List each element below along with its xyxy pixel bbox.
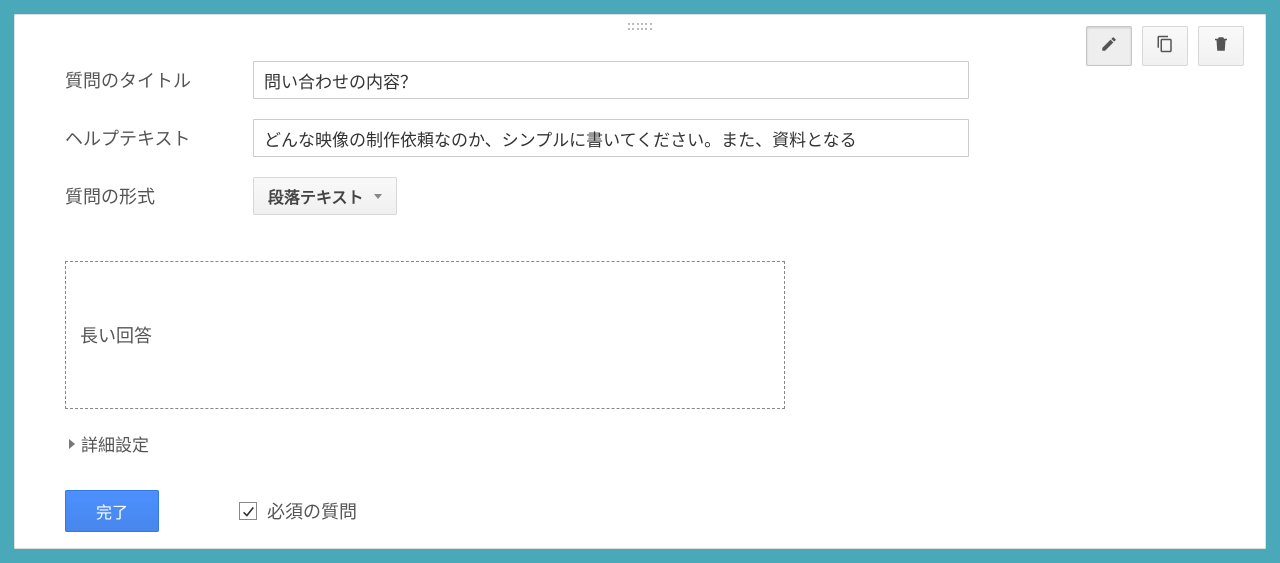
edit-icon <box>1100 35 1118 58</box>
row-format: 質問の形式 段落テキスト <box>47 177 1233 215</box>
done-button[interactable]: 完了 <box>65 490 159 532</box>
toolbar <box>1086 26 1244 66</box>
required-label: 必須の質問 <box>267 498 357 524</box>
label-help: ヘルプテキスト <box>47 125 253 151</box>
label-title: 質問のタイトル <box>47 67 253 93</box>
chevron-down-icon <box>374 194 382 199</box>
advanced-label: 詳細設定 <box>81 431 149 456</box>
label-format: 質問の形式 <box>47 183 253 209</box>
format-selected-value: 段落テキスト <box>268 184 364 208</box>
advanced-toggle[interactable]: 詳細設定 <box>69 431 149 456</box>
question-card: 質問のタイトル ヘルプテキスト 質問の形式 段落テキスト 長い回答 詳細設定 完… <box>14 14 1266 549</box>
trash-icon <box>1212 35 1230 58</box>
row-help: ヘルプテキスト <box>47 119 1233 157</box>
footer-row: 完了 必須の質問 <box>65 490 1233 532</box>
edit-button[interactable] <box>1086 26 1132 66</box>
required-wrap: 必須の質問 <box>239 498 357 524</box>
title-input[interactable] <box>253 61 969 99</box>
drag-handle-icon[interactable] <box>628 23 652 31</box>
copy-button[interactable] <box>1142 26 1188 66</box>
answer-placeholder: 長い回答 <box>80 322 152 348</box>
copy-icon <box>1156 35 1174 58</box>
row-title: 質問のタイトル <box>47 61 1233 99</box>
required-checkbox[interactable] <box>239 502 257 520</box>
delete-button[interactable] <box>1198 26 1244 66</box>
format-select[interactable]: 段落テキスト <box>253 177 397 215</box>
checkmark-icon <box>242 505 255 518</box>
help-input[interactable] <box>253 119 969 157</box>
form-body: 質問のタイトル ヘルプテキスト 質問の形式 段落テキスト 長い回答 詳細設定 完… <box>47 15 1233 532</box>
triangle-right-icon <box>69 439 75 449</box>
answer-preview: 長い回答 <box>65 261 785 409</box>
